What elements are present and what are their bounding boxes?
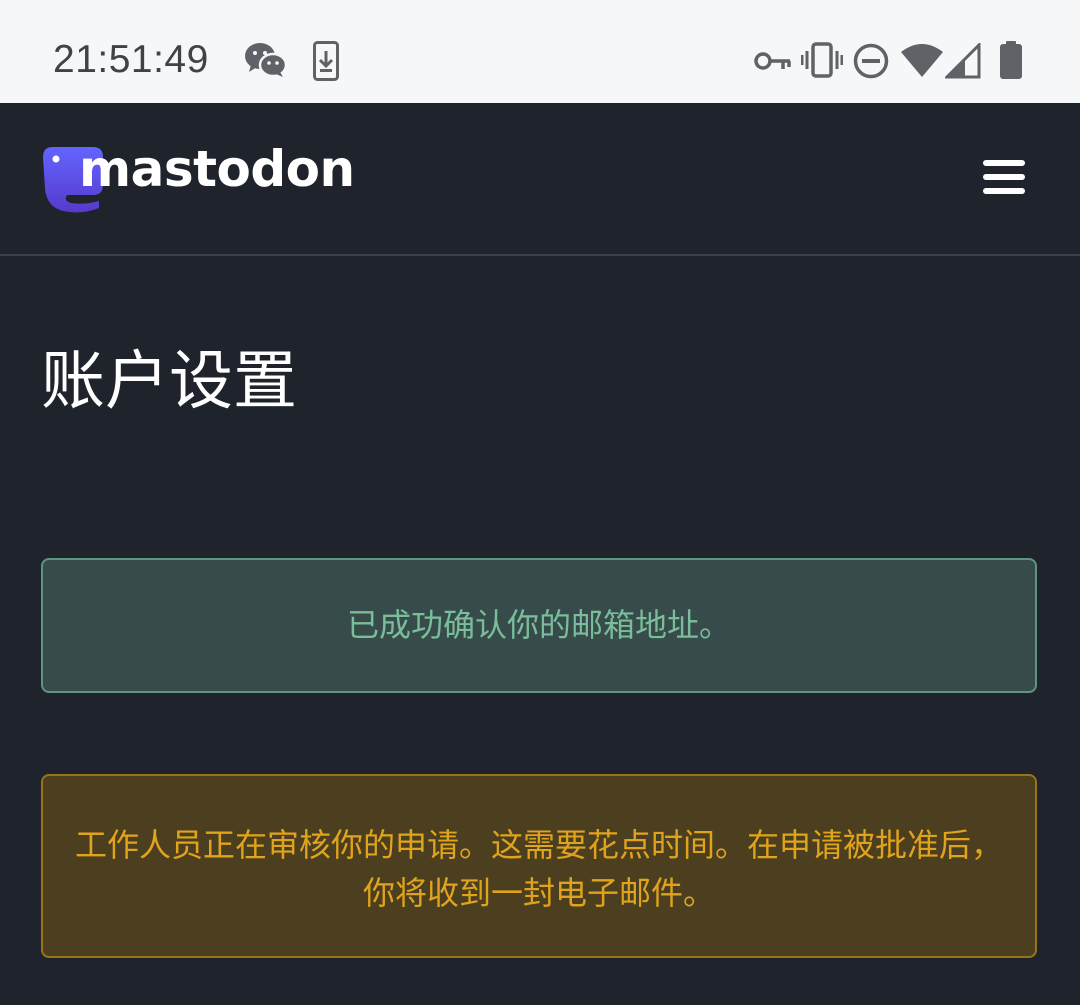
hamburger-menu-button[interactable]	[978, 155, 1030, 199]
menu-bar-middle	[983, 174, 1025, 180]
vibrate-icon	[801, 42, 843, 78]
wechat-icon	[245, 43, 287, 78]
status-bar: 21:51:49	[0, 0, 1080, 103]
menu-bar-top	[983, 160, 1025, 166]
page-title: 账户设置	[41, 345, 297, 419]
wifi-icon	[901, 44, 943, 77]
download-icon	[313, 41, 339, 81]
brand-wordmark: mastodon	[79, 140, 355, 198]
key-icon	[754, 52, 791, 70]
status-time: 21:51:49	[53, 38, 209, 81]
mastodon-logo[interactable]: mastodon	[41, 140, 355, 213]
email-confirmed-notice: 已成功确认你的邮箱地址。	[41, 558, 1037, 693]
signal-icon	[945, 43, 981, 79]
app-header: mastodon	[0, 103, 1080, 256]
do-not-disturb-icon	[853, 43, 889, 79]
menu-bar-bottom	[983, 188, 1025, 194]
battery-icon	[1000, 41, 1022, 79]
pending-review-alert: 工作人员正在审核你的申请。这需要花点时间。在申请被批准后，你将收到一封电子邮件。	[41, 774, 1037, 958]
